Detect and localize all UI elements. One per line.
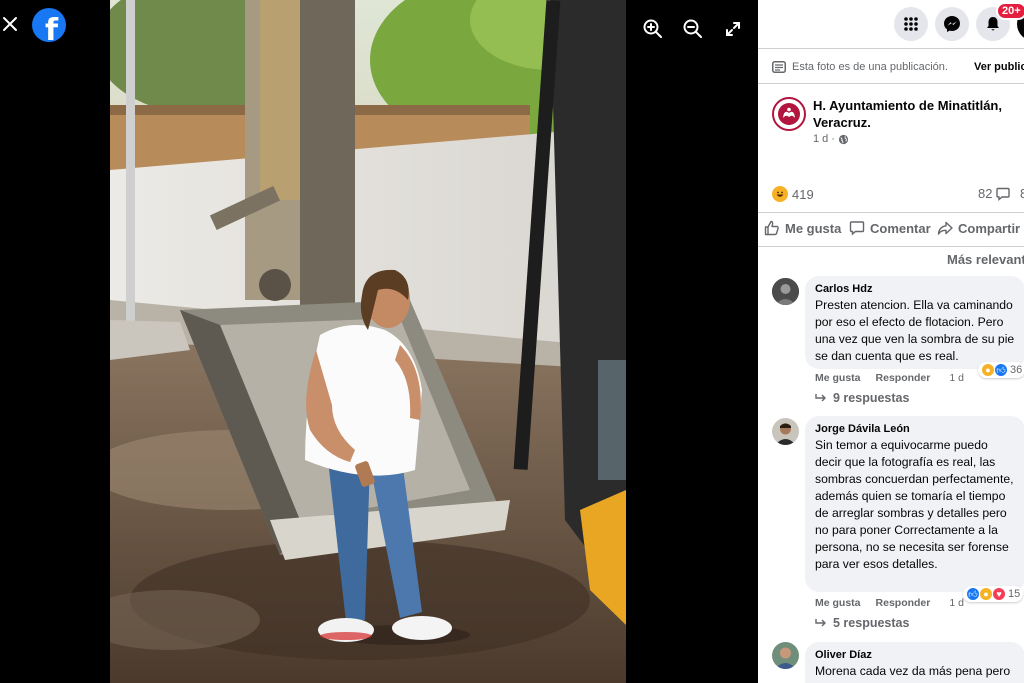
- comment-icon: [849, 221, 865, 236]
- zoom-in-button[interactable]: [642, 18, 664, 40]
- close-button[interactable]: [0, 8, 20, 40]
- messenger-button[interactable]: [935, 7, 969, 41]
- divider: [758, 48, 1024, 49]
- comment-bubble: Jorge Dávila León Sin temor a equivocarm…: [805, 416, 1024, 592]
- viewer-toolbar: [642, 18, 744, 40]
- commenter-name[interactable]: Jorge Dávila León: [815, 422, 1015, 436]
- bell-icon: [987, 17, 999, 31]
- thumbs-up-icon: [764, 220, 779, 236]
- zoom-out-button[interactable]: [682, 18, 704, 40]
- divider: [758, 212, 1024, 213]
- messenger-icon: [944, 16, 960, 32]
- comment-time[interactable]: 1 d: [949, 372, 964, 384]
- comment-actions: Me gusta Responder 1 d: [815, 372, 964, 384]
- share-arrow-icon: [937, 221, 953, 235]
- comment-like-button[interactable]: Me gusta: [815, 372, 861, 384]
- reply-arrow-icon: [815, 619, 826, 627]
- facebook-logo-letter: f: [44, 13, 59, 43]
- commenter-name[interactable]: Carlos Hdz: [815, 282, 1015, 296]
- notification-badge: 20+: [996, 2, 1024, 20]
- comment-bubble: Oliver Díaz Morena cada vez da más pena …: [805, 642, 1024, 683]
- post-time[interactable]: 1 d: [813, 133, 828, 145]
- grid-menu-icon: [904, 17, 918, 31]
- post-panel: 20+ Esta foto es de una publicación. Ver…: [758, 0, 1024, 683]
- menu-button[interactable]: [894, 7, 928, 41]
- view-replies-button[interactable]: 9 respuestas: [815, 391, 909, 405]
- top-navigation: 20+: [758, 0, 1024, 48]
- page-avatar[interactable]: [772, 97, 806, 131]
- pole: [126, 0, 135, 325]
- facebook-logo[interactable]: f: [32, 8, 66, 42]
- reactions-summary[interactable]: 419: [772, 186, 814, 202]
- comment-reply-button[interactable]: Responder: [876, 597, 931, 609]
- photo-notice: Esta foto es de una publicación. Ver pub…: [772, 56, 1024, 78]
- comment-reply-button[interactable]: Responder: [876, 372, 931, 384]
- haha-reaction-icon: ●: [979, 587, 993, 601]
- like-button[interactable]: Me gusta: [764, 220, 841, 236]
- comment-reactions[interactable]: 👍︎ ● ♥ 15: [963, 586, 1024, 602]
- zoom-in-icon: [643, 19, 662, 38]
- like-reaction-icon: 👍︎: [966, 587, 980, 601]
- comment-actions: Me gusta Responder 1 d: [815, 597, 964, 609]
- shares-count[interactable]: 8: [1020, 186, 1024, 201]
- haha-reaction-icon: ●: [981, 363, 995, 377]
- avatar[interactable]: [772, 642, 799, 669]
- post-meta: 1 d ·: [813, 133, 849, 145]
- comment-sort-dropdown[interactable]: Más relevantes: [947, 252, 1024, 267]
- comment-bubble: Carlos Hdz Presten atencion. Ella va cam…: [805, 276, 1024, 369]
- avatar[interactable]: [772, 418, 799, 445]
- view-post-link[interactable]: Ver publicación: [974, 61, 1024, 73]
- divider: [758, 83, 1024, 84]
- close-icon: [3, 17, 17, 31]
- love-reaction-icon: ♥: [992, 587, 1006, 601]
- fullscreen-button[interactable]: [722, 18, 744, 40]
- zoom-out-icon: [683, 19, 702, 38]
- comments-count[interactable]: 82: [978, 186, 1011, 201]
- comment-text: Presten atencion. Ella va caminando por …: [815, 298, 1015, 363]
- comment-button[interactable]: Comentar: [849, 220, 931, 236]
- comment-time[interactable]: 1 d: [949, 597, 964, 609]
- commenter-name[interactable]: Oliver Díaz: [815, 648, 1015, 662]
- photo-scene: [110, 0, 626, 683]
- comment-bubble-icon: [996, 187, 1011, 201]
- avatar[interactable]: [772, 278, 799, 305]
- comment-text: Morena cada vez da más pena pero: [815, 664, 1011, 678]
- globe-icon: [838, 134, 849, 144]
- comment-text: Sin temor a equivocarme puedo decir que …: [815, 438, 1014, 571]
- notice-text: Esta foto es de una publicación.: [792, 61, 948, 73]
- minatitlan-logo-icon: [778, 103, 800, 125]
- comment-like-button[interactable]: Me gusta: [815, 597, 861, 609]
- post-actions: Me gusta Comentar Compartir: [758, 220, 1024, 242]
- fullscreen-icon: [726, 22, 740, 36]
- like-reaction-icon: 👍︎: [994, 363, 1008, 377]
- post-photo[interactable]: [110, 0, 626, 683]
- page-name[interactable]: H. Ayuntamiento de Minatitlán, Veracruz.: [813, 97, 1018, 131]
- view-replies-button[interactable]: 5 respuestas: [815, 616, 909, 630]
- comment-reactions[interactable]: ● 👍︎ 36: [978, 362, 1024, 378]
- haha-reaction-icon: [772, 186, 788, 202]
- reactions-count: 419: [792, 186, 814, 202]
- photo-viewer: f: [0, 0, 758, 683]
- post-icon: [772, 61, 786, 73]
- divider: [758, 246, 1024, 247]
- share-button[interactable]: Compartir: [937, 220, 1020, 236]
- reply-arrow-icon: [815, 394, 826, 402]
